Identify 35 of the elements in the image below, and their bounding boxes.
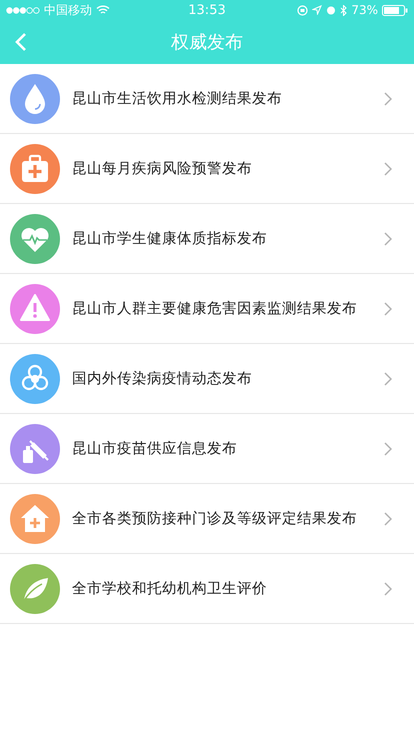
back-chevron-icon — [14, 32, 27, 52]
status-time: 13:53 — [188, 2, 226, 18]
list-item[interactable]: 全市学校和托幼机构卫生评价 — [0, 554, 414, 624]
chevron-right-icon — [384, 92, 392, 106]
list-item[interactable]: 昆山市生活饮用水检测结果发布 — [0, 64, 414, 134]
list-item[interactable]: 国内外传染病疫情动态发布 — [0, 344, 414, 414]
chevron-right-icon — [384, 302, 392, 316]
battery-icon — [382, 4, 408, 16]
list-item[interactable]: 昆山市人群主要健康危害因素监测结果发布 — [0, 274, 414, 344]
chevron-right-icon — [384, 232, 392, 246]
item-label: 昆山市学生健康体质指标发布 — [72, 230, 268, 248]
item-label: 昆山市疫苗供应信息发布 — [72, 440, 238, 458]
chevron-right-icon — [384, 512, 392, 526]
chevron-right-icon — [384, 442, 392, 456]
list-item[interactable]: 昆山市学生健康体质指标发布 — [0, 204, 414, 274]
carrier-name: 中国移动 — [44, 2, 92, 18]
item-label: 全市各类预防接种门诊及等级评定结果发布 — [72, 510, 358, 528]
signal-icon — [6, 6, 40, 14]
rotation-lock-icon — [297, 4, 308, 16]
item-label: 昆山市人群主要健康危害因素监测结果发布 — [72, 300, 358, 318]
item-label: 全市学校和托幼机构卫生评价 — [72, 580, 268, 598]
wifi-icon — [96, 5, 110, 15]
page-title: 权威发布 — [171, 31, 243, 54]
chevron-right-icon — [384, 582, 392, 596]
item-label: 昆山市生活饮用水检测结果发布 — [72, 90, 283, 108]
chevron-right-icon — [384, 162, 392, 176]
item-label: 昆山每月疾病风险预警发布 — [72, 160, 253, 178]
list-item[interactable]: 昆山市疫苗供应信息发布 — [0, 414, 414, 484]
item-label: 国内外传染病疫情动态发布 — [72, 370, 253, 388]
bluetooth-icon — [340, 4, 348, 16]
list-item[interactable]: 昆山每月疾病风险预警发布 — [0, 134, 414, 204]
battery-percentage: 73% — [351, 3, 378, 17]
chevron-right-icon — [384, 372, 392, 386]
location-icon — [312, 5, 322, 15]
list-item[interactable]: 全市各类预防接种门诊及等级评定结果发布 — [0, 484, 414, 554]
